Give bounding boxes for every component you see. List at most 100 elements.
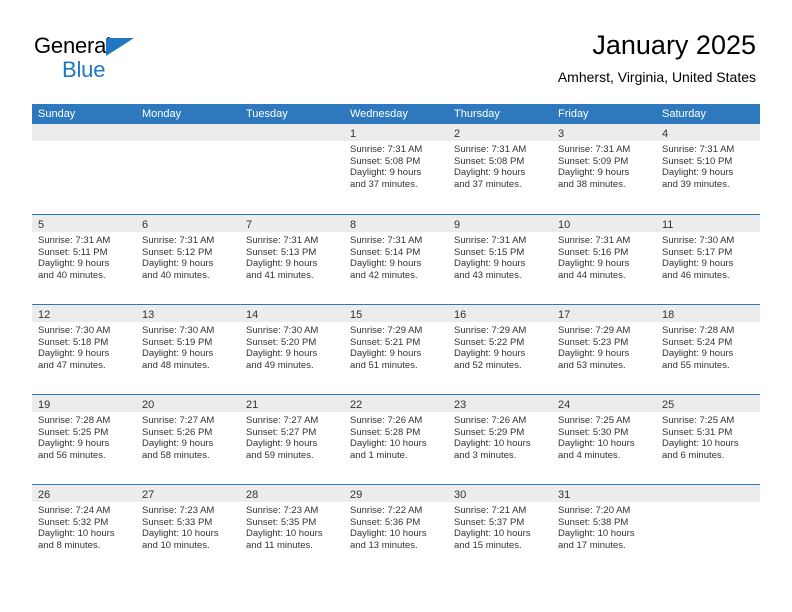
daylight-text-line2: and 3 minutes.: [454, 449, 517, 461]
calendar-day-cell[interactable]: 7 Sunrise: 7:31 AM Sunset: 5:13 PM Daylight…: [240, 215, 344, 304]
calendar-day-cell[interactable]: 2 Sunrise: 7:31 AM Sunset: 5:08 PM Daylight…: [448, 124, 552, 214]
daylight-text-line2: and 6 minutes.: [662, 449, 725, 461]
day-number: 31: [558, 489, 571, 501]
day-details: Sunrise: 7:31 AM Sunset: 5:08 PM Daylight:…: [344, 141, 448, 190]
day-details: Sunrise: 7:31 AM Sunset: 5:14 PM Daylight:…: [344, 232, 448, 281]
day-number-band: 4: [656, 124, 760, 141]
day-details: Sunrise: 7:31 AM Sunset: 5:12 PM Daylight:…: [136, 232, 240, 281]
calendar-day-cell[interactable]: 17 Sunrise: 7:29 AM Sunset: 5:23 PM Dayligh…: [552, 305, 656, 394]
calendar-day-cell[interactable]: 24 Sunrise: 7:25 AM Sunset: 5:30 PM Dayligh…: [552, 395, 656, 484]
sunrise-text: Sunrise: 7:31 AM: [142, 235, 215, 246]
day-details: Sunrise: 7:25 AM Sunset: 5:31 PM Daylight:…: [656, 412, 760, 461]
calendar-day-cell[interactable]: 31 Sunrise: 7:20 AM Sunset: 5:38 PM Dayligh…: [552, 485, 656, 574]
sunrise-text: Sunrise: 7:31 AM: [558, 144, 631, 155]
daylight-text-line1: Daylight: 10 hours: [350, 528, 427, 540]
calendar-day-cell[interactable]: 1 Sunrise: 7:31 AM Sunset: 5:08 PM Daylight…: [344, 124, 448, 214]
calendar-day-cell[interactable]: 29 Sunrise: 7:22 AM Sunset: 5:36 PM Dayligh…: [344, 485, 448, 574]
daylight-text-line2: and 56 minutes.: [38, 449, 106, 461]
daylight-text-line1: Daylight: 10 hours: [454, 528, 531, 540]
calendar-day-cell[interactable]: 3 Sunrise: 7:31 AM Sunset: 5:09 PM Daylight…: [552, 124, 656, 214]
calendar-day-cell[interactable]: 10 Sunrise: 7:31 AM Sunset: 5:16 PM Dayligh…: [552, 215, 656, 304]
day-details: Sunrise: 7:29 AM Sunset: 5:23 PM Daylight:…: [552, 322, 656, 371]
calendar-day-cell-empty: [136, 124, 240, 214]
calendar-day-cell[interactable]: 20 Sunrise: 7:27 AM Sunset: 5:26 PM Dayligh…: [136, 395, 240, 484]
day-details: Sunrise: 7:31 AM Sunset: 5:09 PM Daylight:…: [552, 141, 656, 190]
sunset-text: Sunset: 5:33 PM: [142, 516, 213, 528]
day-number-band: 27: [136, 485, 240, 502]
daylight-text-line2: and 51 minutes.: [350, 359, 418, 371]
calendar-day-cell[interactable]: 11 Sunrise: 7:30 AM Sunset: 5:17 PM Dayligh…: [656, 215, 760, 304]
daylight-text-line2: and 4 minutes.: [558, 449, 621, 461]
calendar-day-cell[interactable]: 22 Sunrise: 7:26 AM Sunset: 5:28 PM Dayligh…: [344, 395, 448, 484]
day-details: Sunrise: 7:24 AM Sunset: 5:32 PM Daylight:…: [32, 502, 136, 551]
day-details: Sunrise: 7:30 AM Sunset: 5:20 PM Daylight:…: [240, 322, 344, 371]
day-number-band: 28: [240, 485, 344, 502]
sunset-text: Sunset: 5:20 PM: [246, 336, 317, 348]
sunset-text: Sunset: 5:19 PM: [142, 336, 213, 348]
day-number-band: 5: [32, 215, 136, 232]
day-number: 22: [350, 399, 363, 411]
daylight-text-line1: Daylight: 10 hours: [142, 528, 219, 540]
calendar-day-cell[interactable]: 5 Sunrise: 7:31 AM Sunset: 5:11 PM Daylight…: [32, 215, 136, 304]
day-details: Sunrise: 7:26 AM Sunset: 5:28 PM Daylight:…: [344, 412, 448, 461]
day-number: 19: [38, 399, 51, 411]
calendar-day-cell[interactable]: 8 Sunrise: 7:31 AM Sunset: 5:14 PM Daylight…: [344, 215, 448, 304]
calendar-day-cell[interactable]: 15 Sunrise: 7:29 AM Sunset: 5:21 PM Dayligh…: [344, 305, 448, 394]
sunrise-text: Sunrise: 7:27 AM: [142, 415, 215, 426]
weekday-header-wednesday: Wednesday: [350, 108, 408, 120]
day-number: 25: [662, 399, 675, 411]
calendar-grid: Sunday Monday Tuesday Wednesday Thursday…: [32, 104, 760, 574]
calendar-day-cell[interactable]: 26 Sunrise: 7:24 AM Sunset: 5:32 PM Dayligh…: [32, 485, 136, 574]
sunset-text: Sunset: 5:29 PM: [454, 426, 525, 438]
calendar-day-cell[interactable]: 30 Sunrise: 7:21 AM Sunset: 5:37 PM Dayligh…: [448, 485, 552, 574]
day-details: Sunrise: 7:26 AM Sunset: 5:29 PM Daylight:…: [448, 412, 552, 461]
day-number: 2: [454, 128, 461, 140]
sunrise-text: Sunrise: 7:31 AM: [558, 235, 631, 246]
calendar-day-cell[interactable]: 21 Sunrise: 7:27 AM Sunset: 5:27 PM Dayligh…: [240, 395, 344, 484]
calendar-day-cell[interactable]: 13 Sunrise: 7:30 AM Sunset: 5:19 PM Dayligh…: [136, 305, 240, 394]
weekday-header-tuesday: Tuesday: [246, 108, 288, 120]
day-number-band: 3: [552, 124, 656, 141]
calendar-day-cell[interactable]: 28 Sunrise: 7:23 AM Sunset: 5:35 PM Dayligh…: [240, 485, 344, 574]
calendar-day-cell[interactable]: 14 Sunrise: 7:30 AM Sunset: 5:20 PM Dayligh…: [240, 305, 344, 394]
daylight-text-line1: Daylight: 9 hours: [454, 258, 526, 270]
daylight-text-line2: and 40 minutes.: [38, 269, 106, 281]
calendar-week-row: 5 Sunrise: 7:31 AM Sunset: 5:11 PM Daylight…: [32, 214, 760, 304]
daylight-text-line1: Daylight: 10 hours: [558, 528, 635, 540]
calendar-day-cell[interactable]: 9 Sunrise: 7:31 AM Sunset: 5:15 PM Daylight…: [448, 215, 552, 304]
day-number-band: 23: [448, 395, 552, 412]
calendar-day-cell[interactable]: 27 Sunrise: 7:23 AM Sunset: 5:33 PM Dayligh…: [136, 485, 240, 574]
calendar-day-cell[interactable]: 18 Sunrise: 7:28 AM Sunset: 5:24 PM Dayligh…: [656, 305, 760, 394]
day-details: Sunrise: 7:31 AM Sunset: 5:16 PM Daylight:…: [552, 232, 656, 281]
calendar-day-cell[interactable]: 23 Sunrise: 7:26 AM Sunset: 5:29 PM Dayligh…: [448, 395, 552, 484]
day-number: 10: [558, 219, 571, 231]
day-number-band: 18: [656, 305, 760, 322]
calendar-day-cell[interactable]: 19 Sunrise: 7:28 AM Sunset: 5:25 PM Dayligh…: [32, 395, 136, 484]
sunrise-text: Sunrise: 7:21 AM: [454, 505, 527, 516]
calendar-day-cell[interactable]: 6 Sunrise: 7:31 AM Sunset: 5:12 PM Daylight…: [136, 215, 240, 304]
sunrise-text: Sunrise: 7:28 AM: [662, 325, 735, 336]
sunrise-text: Sunrise: 7:31 AM: [454, 144, 527, 155]
day-number-band: 10: [552, 215, 656, 232]
weekday-header-sunday: Sunday: [38, 108, 76, 120]
day-number: 28: [246, 489, 259, 501]
day-number: 18: [662, 309, 675, 321]
daylight-text-line2: and 41 minutes.: [246, 269, 314, 281]
daylight-text-line1: Daylight: 9 hours: [38, 348, 110, 360]
logo-text-blue: Blue: [62, 57, 106, 82]
calendar-day-cell[interactable]: 4 Sunrise: 7:31 AM Sunset: 5:10 PM Daylight…: [656, 124, 760, 214]
day-details: Sunrise: 7:21 AM Sunset: 5:37 PM Daylight:…: [448, 502, 552, 551]
sunset-text: Sunset: 5:28 PM: [350, 426, 421, 438]
calendar-day-cell[interactable]: 25 Sunrise: 7:25 AM Sunset: 5:31 PM Dayligh…: [656, 395, 760, 484]
day-number: 14: [246, 309, 259, 321]
calendar-day-cell[interactable]: 16 Sunrise: 7:29 AM Sunset: 5:22 PM Dayligh…: [448, 305, 552, 394]
calendar-day-cell[interactable]: 12 Sunrise: 7:30 AM Sunset: 5:18 PM Dayligh…: [32, 305, 136, 394]
daylight-text-line1: Daylight: 9 hours: [38, 438, 110, 450]
sunrise-text: Sunrise: 7:24 AM: [38, 505, 111, 516]
sunset-text: Sunset: 5:22 PM: [454, 336, 525, 348]
daylight-text-line1: Daylight: 9 hours: [350, 348, 422, 360]
sunrise-text: Sunrise: 7:23 AM: [142, 505, 215, 516]
day-details: Sunrise: 7:29 AM Sunset: 5:21 PM Daylight:…: [344, 322, 448, 371]
daylight-text-line1: Daylight: 9 hours: [246, 438, 318, 450]
sunrise-text: Sunrise: 7:29 AM: [558, 325, 631, 336]
